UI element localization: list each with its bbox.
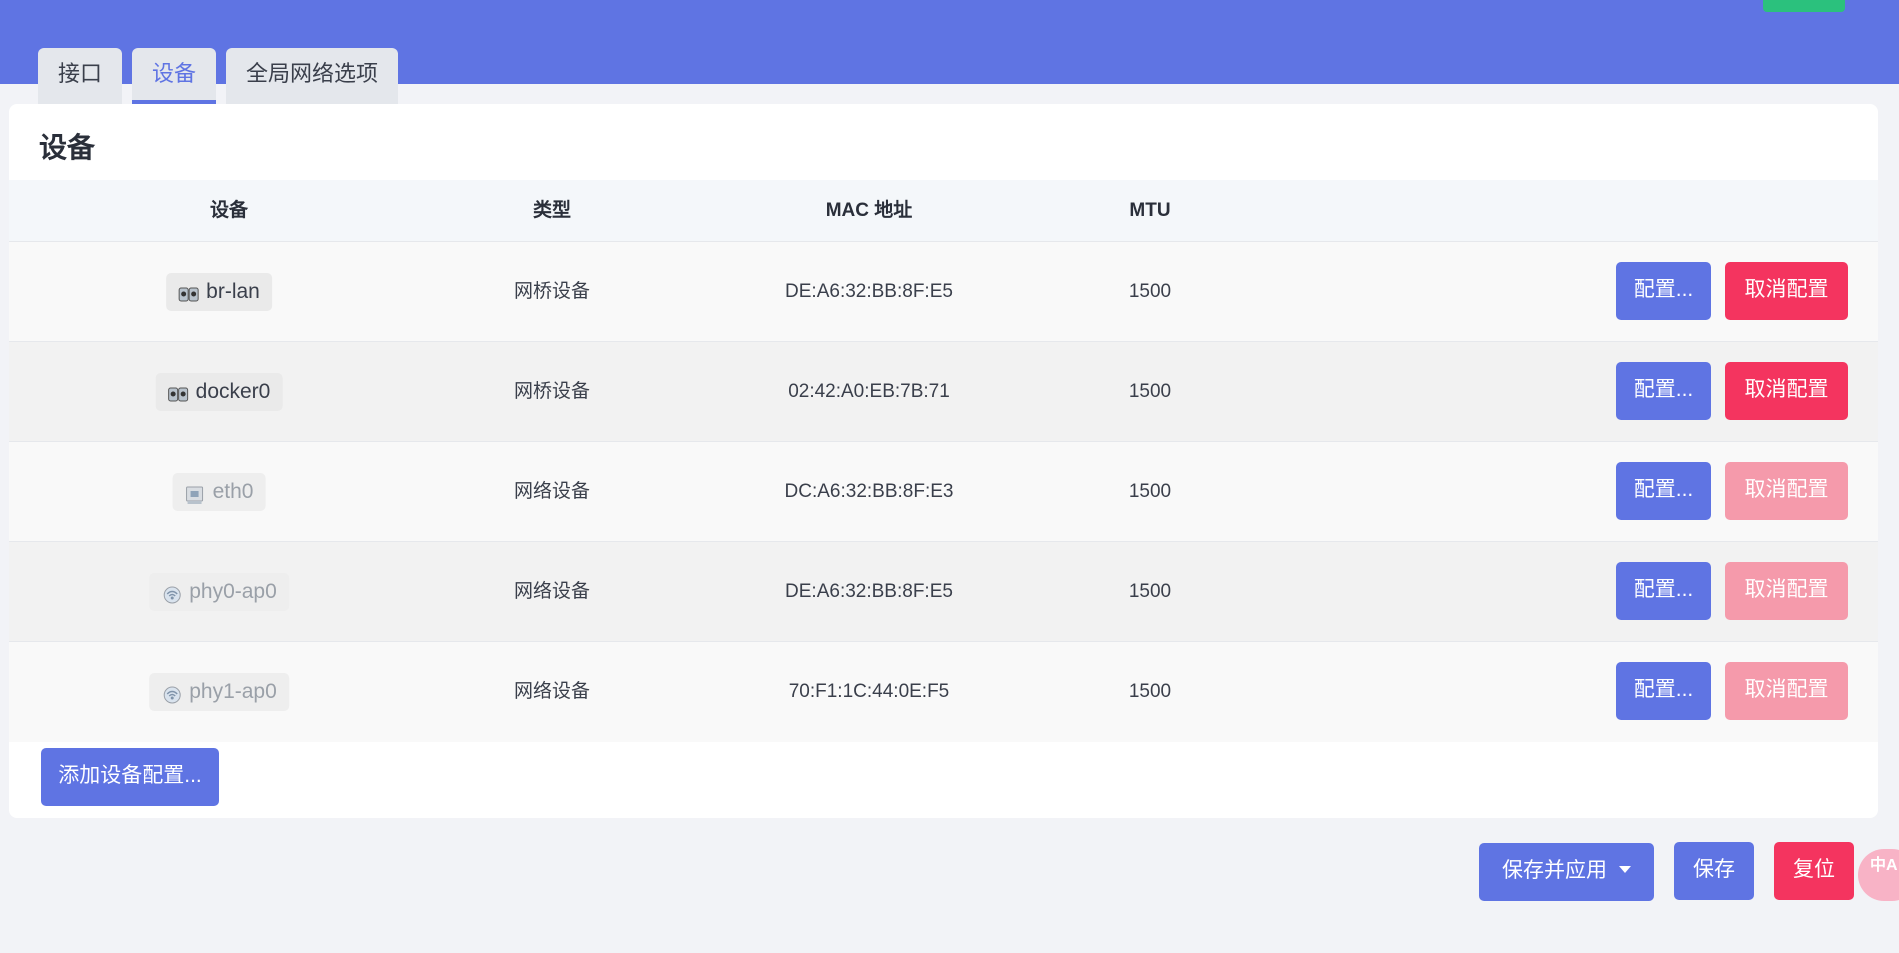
column-header-device: 设备 [209, 200, 248, 221]
top-status-button[interactable] [1763, 0, 1845, 12]
device-mtu: 1500 [1128, 381, 1172, 402]
device-chip[interactable]: eth0 [172, 473, 266, 511]
tab-bar: 接口 设备 全局网络选项 [38, 48, 399, 104]
device-name: docker0 [195, 380, 271, 403]
bridge-icon [178, 280, 200, 302]
translate-badge[interactable]: 中A [1858, 849, 1899, 901]
reset-button[interactable]: 复位 [1774, 842, 1854, 900]
table-row: eth0 网络设备 DC:A6:32:BB:8F:E3 1500 配置... 取… [9, 442, 1878, 542]
device-mtu: 1500 [1128, 281, 1172, 302]
configure-button[interactable]: 配置... [1616, 362, 1711, 420]
device-mtu: 1500 [1128, 681, 1172, 702]
column-header-type: 类型 [532, 200, 571, 221]
device-type: 网桥设备 [513, 281, 590, 302]
configure-button[interactable]: 配置... [1616, 562, 1711, 620]
device-mac: DE:A6:32:BB:8F:E5 [785, 281, 953, 302]
device-chip[interactable]: docker0 [155, 373, 283, 411]
table-row: phy0-ap0 网络设备 DE:A6:32:BB:8F:E5 1500 配置.… [9, 542, 1878, 642]
tab-devices[interactable]: 设备 [132, 48, 217, 104]
bridge-icon [168, 380, 190, 402]
device-mac: 02:42:A0:EB:7B:71 [788, 381, 950, 402]
device-chip[interactable]: phy1-ap0 [149, 673, 289, 711]
devices-panel: 设备 设备 类型 MAC 地址 MTU br-lan 网桥设备 DE:A6:32… [9, 104, 1878, 818]
device-name: br-lan [206, 280, 260, 303]
device-mac: 70:F1:1C:44:0E:F5 [788, 681, 950, 702]
configure-button[interactable]: 配置... [1616, 262, 1711, 320]
table-row: br-lan 网桥设备 DE:A6:32:BB:8F:E5 1500 配置...… [9, 242, 1878, 342]
table-row: phy1-ap0 网络设备 70:F1:1C:44:0E:F5 1500 配置.… [9, 642, 1878, 742]
device-chip[interactable]: br-lan [166, 273, 272, 311]
configure-button[interactable]: 配置... [1616, 462, 1711, 520]
device-name: phy0-ap0 [189, 580, 277, 603]
save-button[interactable]: 保存 [1674, 842, 1754, 900]
unconfigure-button: 取消配置 [1725, 562, 1848, 620]
save-apply-button[interactable]: 保存并应用 [1479, 843, 1654, 901]
panel-title: 设备 [39, 132, 96, 163]
device-mac: DE:A6:32:BB:8F:E5 [785, 581, 953, 602]
chevron-down-icon[interactable] [1619, 865, 1631, 873]
device-type: 网络设备 [513, 481, 590, 502]
unconfigure-button[interactable]: 取消配置 [1725, 362, 1848, 420]
device-mac: DC:A6:32:BB:8F:E3 [784, 481, 954, 502]
unconfigure-button: 取消配置 [1725, 662, 1848, 720]
device-type: 网络设备 [513, 681, 590, 702]
device-mtu: 1500 [1128, 581, 1172, 602]
configure-button[interactable]: 配置... [1616, 662, 1711, 720]
device-chip[interactable]: phy0-ap0 [149, 573, 289, 611]
ethernet-icon [185, 480, 207, 505]
save-apply-label: 保存并应用 [1502, 859, 1607, 882]
unconfigure-button: 取消配置 [1725, 462, 1848, 520]
add-device-config-button[interactable]: 添加设备配置... [41, 748, 219, 806]
tab-interfaces[interactable]: 接口 [38, 48, 123, 104]
wifi-icon [161, 580, 183, 604]
device-type: 网桥设备 [513, 381, 590, 402]
device-name: eth0 [212, 480, 254, 503]
wifi-icon [161, 680, 183, 704]
device-type: 网络设备 [513, 581, 590, 602]
tab-global-network-options[interactable]: 全局网络选项 [226, 48, 399, 104]
table-row: docker0 网桥设备 02:42:A0:EB:7B:71 1500 配置..… [9, 342, 1878, 442]
device-mtu: 1500 [1128, 481, 1172, 502]
device-name: phy1-ap0 [189, 680, 277, 703]
column-header-mac: MAC 地址 [825, 200, 913, 221]
unconfigure-button[interactable]: 取消配置 [1725, 262, 1848, 320]
table-header: 设备 类型 MAC 地址 MTU [9, 180, 1878, 242]
column-header-mtu: MTU [1129, 200, 1171, 221]
